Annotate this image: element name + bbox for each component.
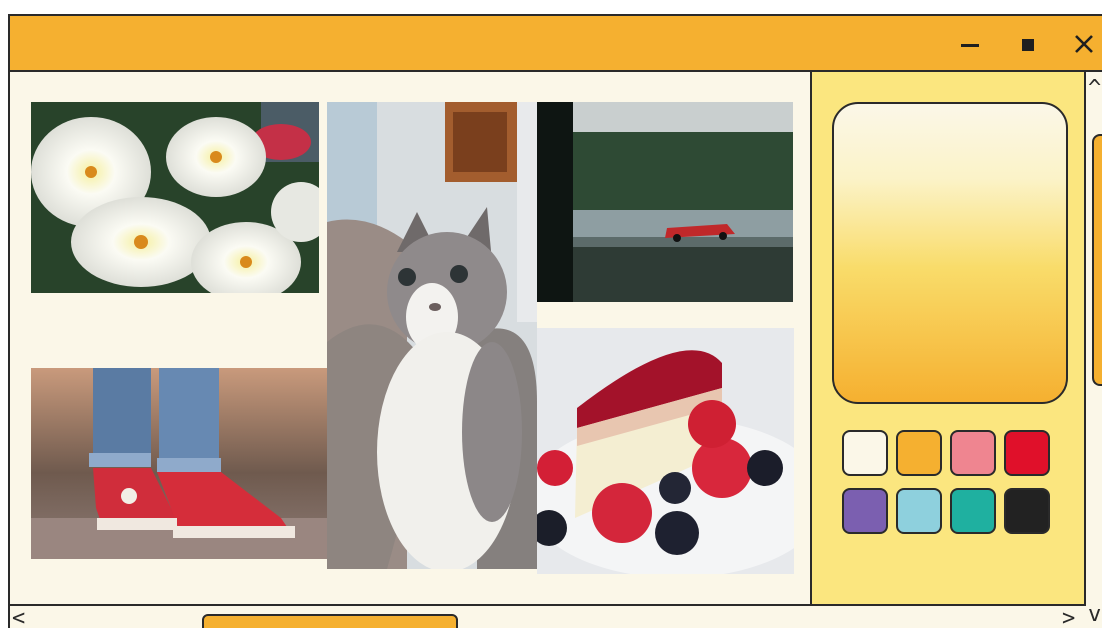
swatch-cream[interactable] [842,430,888,476]
vertical-scrollbar[interactable]: ^ v [1086,72,1102,628]
minimize-icon [961,44,979,47]
horizontal-scrollbar[interactable]: < > [10,604,1086,628]
maximize-icon [1022,39,1034,51]
close-icon [1075,35,1093,53]
gray-white-cat-photo[interactable] [327,102,537,569]
swatch-purple[interactable] [842,488,888,534]
red-sneakers-photo[interactable] [31,368,331,559]
swatch-light-blue[interactable] [896,488,942,534]
scroll-up-button[interactable]: ^ [1088,78,1101,100]
vertical-scroll-thumb[interactable] [1092,134,1102,386]
white-lilies-photo[interactable] [31,102,319,293]
swatch-orange[interactable] [896,430,942,476]
swatch-black[interactable] [1004,488,1050,534]
close-button[interactable] [1068,28,1100,60]
swatch-pink[interactable] [950,430,996,476]
scroll-down-button[interactable]: v [1088,604,1101,626]
racing-car-photo[interactable] [537,102,793,302]
swatch-teal[interactable] [950,488,996,534]
horizontal-scroll-thumb[interactable] [202,614,458,628]
app-window: ^ v < > [8,14,1102,628]
cheesecake-raspberries-photo[interactable] [537,328,794,574]
color-panel [810,72,1086,606]
scroll-left-button[interactable]: < [12,608,25,628]
maximize-button[interactable] [1012,28,1044,60]
title-bar[interactable] [10,16,1102,72]
minimize-button[interactable] [954,28,986,60]
scroll-right-button[interactable]: > [1062,608,1075,628]
swatch-red[interactable] [1004,430,1050,476]
collage-canvas[interactable] [10,72,810,604]
gradient-preview[interactable] [832,102,1068,404]
